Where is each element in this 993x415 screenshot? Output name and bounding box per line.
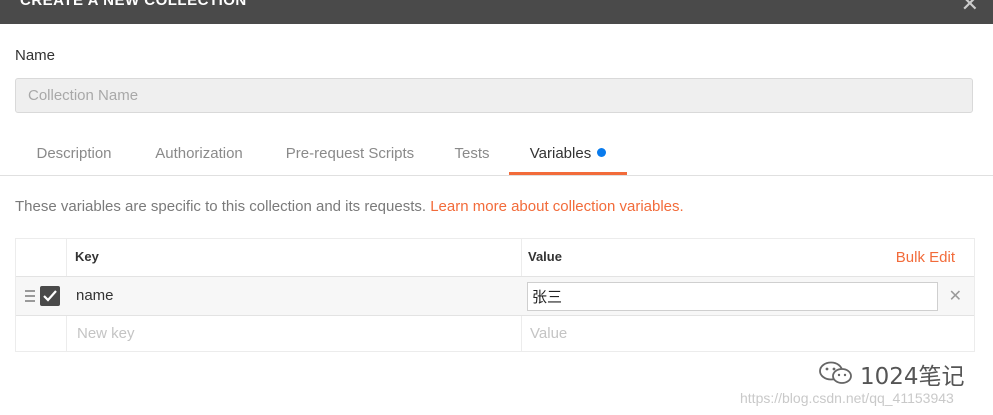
- watermark-url: https://blog.csdn.net/qq_41153943: [740, 390, 954, 406]
- info-text: These variables are specific to this col…: [15, 198, 427, 215]
- watermark-name: 1024笔记: [860, 364, 965, 390]
- new-key-input[interactable]: New key: [77, 325, 135, 342]
- dialog-titlebar: CREATE A NEW COLLECTION ✕: [0, 0, 993, 24]
- dialog-title: CREATE A NEW COLLECTION: [20, 0, 247, 9]
- row-enabled-checkbox[interactable]: [40, 286, 60, 306]
- new-value-input[interactable]: Value: [530, 325, 567, 342]
- variable-key-cell[interactable]: name: [76, 287, 114, 304]
- tab-authorization-label: Authorization: [155, 145, 243, 162]
- tab-description[interactable]: Description: [18, 131, 130, 175]
- tab-description-label: Description: [36, 145, 112, 162]
- tab-variables[interactable]: Variables: [509, 131, 627, 175]
- variable-value-input[interactable]: [527, 282, 938, 311]
- row-divider: [16, 315, 974, 316]
- close-icon[interactable]: ✕: [961, 0, 979, 17]
- variables-table: Key Value Bulk Edit name ✕ New key Value: [15, 238, 975, 352]
- unsaved-dot-icon: [597, 148, 607, 157]
- tab-tests[interactable]: Tests: [444, 131, 500, 175]
- collection-name-input[interactable]: [15, 78, 973, 113]
- wechat-logo-icon: [819, 361, 852, 384]
- tab-variables-label: Variables: [529, 145, 592, 162]
- drag-handle-icon[interactable]: [25, 290, 35, 302]
- tab-pre-request-scripts-label: Pre-request Scripts: [285, 145, 415, 162]
- delete-row-icon[interactable]: ✕: [949, 286, 962, 306]
- name-label: Name: [15, 47, 56, 64]
- tab-bar: Description Authorization Pre-request Sc…: [0, 131, 993, 176]
- key-column-header: Key: [75, 249, 99, 264]
- bulk-edit-button[interactable]: Bulk Edit: [896, 249, 955, 266]
- check-icon: [43, 290, 57, 302]
- value-column-header: Value: [528, 249, 562, 264]
- tab-authorization[interactable]: Authorization: [140, 131, 258, 175]
- learn-more-link[interactable]: Learn more about collection variables.: [430, 198, 683, 215]
- table-row: name ✕: [16, 277, 974, 315]
- variables-info: These variables are specific to this col…: [15, 198, 684, 215]
- tab-pre-request-scripts[interactable]: Pre-request Scripts: [272, 131, 428, 175]
- tab-tests-label: Tests: [454, 145, 490, 162]
